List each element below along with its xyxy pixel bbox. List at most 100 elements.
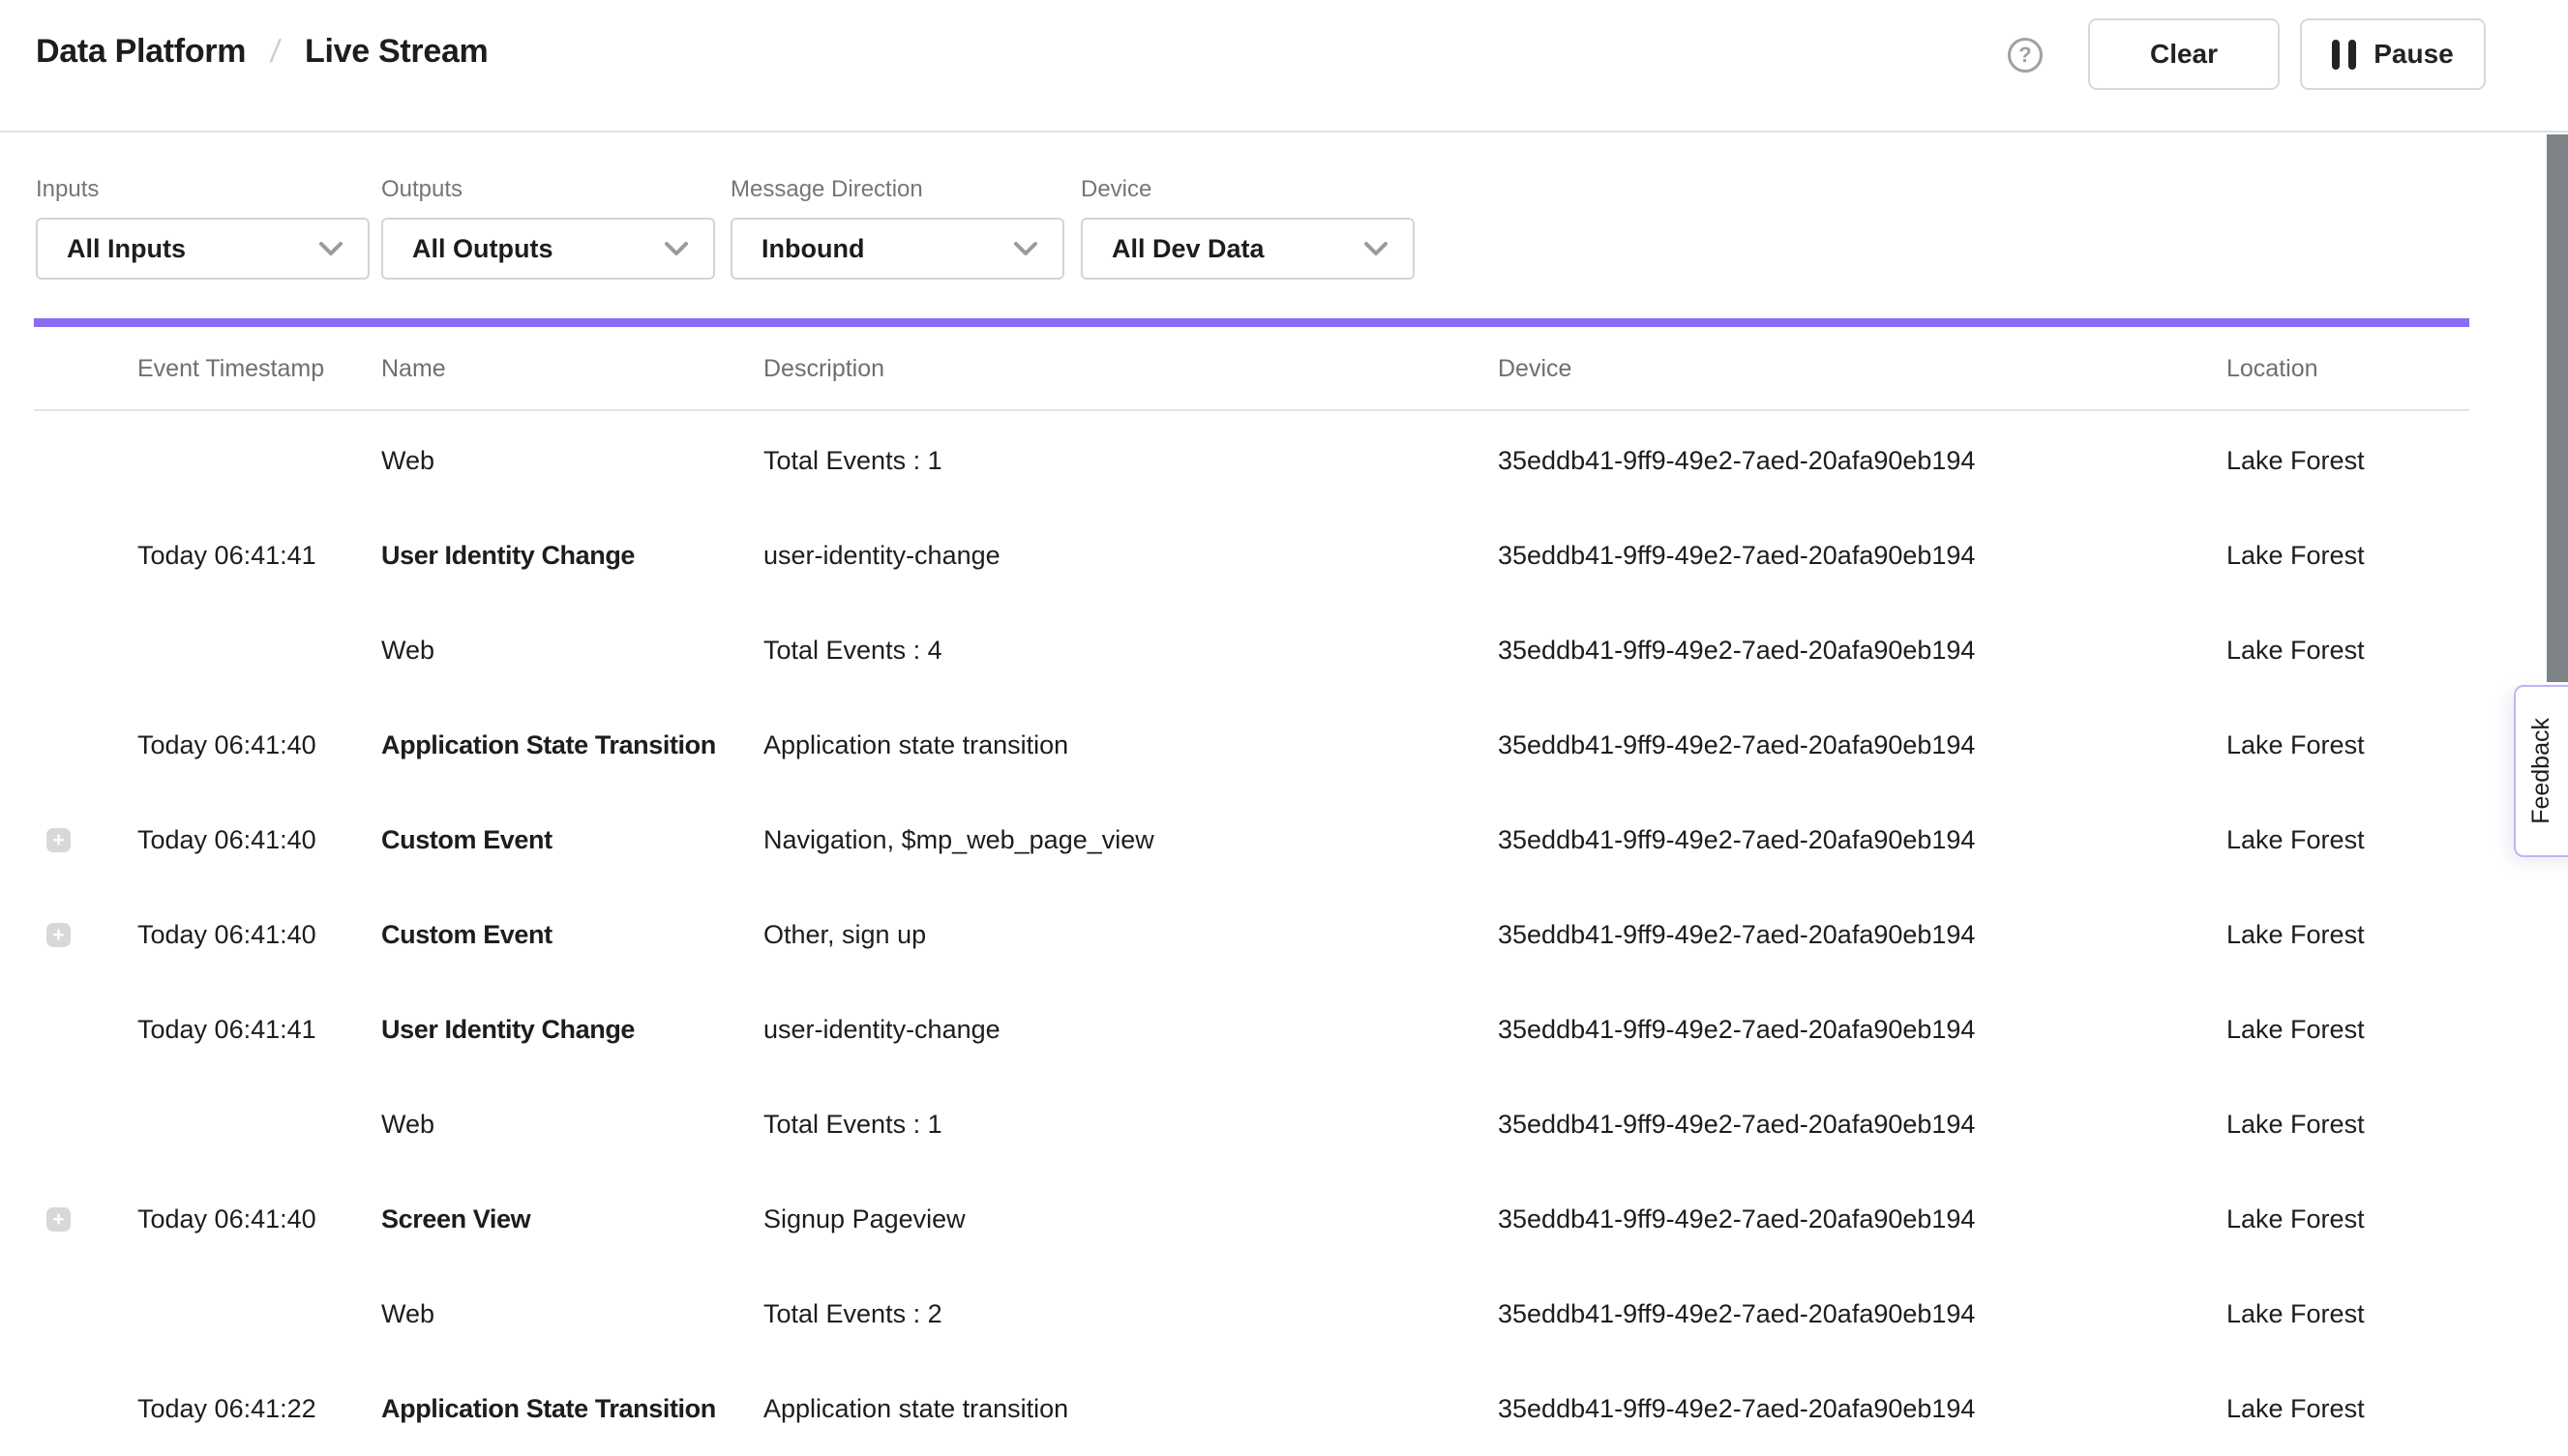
row-location: Lake Forest xyxy=(2226,1394,2469,1424)
table-row[interactable]: + Today 06:41:40 Custom Event Other, sig… xyxy=(34,887,2469,982)
row-description: Application state transition xyxy=(763,1394,1498,1424)
row-device: 35eddb41-9ff9-49e2-7aed-20afa90eb194 xyxy=(1498,730,2226,760)
row-name: Web xyxy=(381,636,763,666)
breadcrumb-data-platform[interactable]: Data Platform xyxy=(36,33,246,71)
row-device: 35eddb41-9ff9-49e2-7aed-20afa90eb194 xyxy=(1498,1299,2226,1329)
table-row[interactable]: + Web Total Events : 1 35eddb41-9ff9-49e… xyxy=(34,1077,2469,1172)
filter-message-direction: Message Direction Inbound xyxy=(731,176,1064,280)
filter-device-label: Device xyxy=(1081,176,1415,203)
message-direction-dropdown-value: Inbound xyxy=(761,234,864,264)
row-device: 35eddb41-9ff9-49e2-7aed-20afa90eb194 xyxy=(1498,1204,2226,1234)
row-name: Screen View xyxy=(381,1204,763,1234)
row-location: Lake Forest xyxy=(2226,1204,2469,1234)
row-location: Lake Forest xyxy=(2226,730,2469,760)
row-timestamp: Today 06:41:40 xyxy=(137,920,381,950)
outputs-dropdown-value: All Outputs xyxy=(412,234,552,264)
help-icon[interactable]: ? xyxy=(2008,38,2043,73)
row-timestamp: Today 06:41:40 xyxy=(137,730,381,760)
table-row[interactable]: + Web Total Events : 1 35eddb41-9ff9-49e… xyxy=(34,413,2469,508)
row-location: Lake Forest xyxy=(2226,1110,2469,1140)
expand-button[interactable]: + xyxy=(46,923,71,947)
expand-button[interactable]: + xyxy=(46,828,71,852)
row-device: 35eddb41-9ff9-49e2-7aed-20afa90eb194 xyxy=(1498,446,2226,476)
chevron-down-icon xyxy=(319,242,343,256)
row-name: Web xyxy=(381,1299,763,1329)
breadcrumb: Data Platform / Live Stream xyxy=(36,33,489,71)
filter-message-direction-label: Message Direction xyxy=(731,176,1064,203)
table-row[interactable]: + Today 06:41:22 Application State Trans… xyxy=(34,1361,2469,1456)
row-description: Application state transition xyxy=(763,730,1498,760)
filter-outputs: Outputs All Outputs xyxy=(381,176,715,280)
row-location: Lake Forest xyxy=(2226,920,2469,950)
device-dropdown[interactable]: All Dev Data xyxy=(1081,218,1415,280)
row-name: Custom Event xyxy=(381,825,763,855)
row-location: Lake Forest xyxy=(2226,1299,2469,1329)
row-location: Lake Forest xyxy=(2226,825,2469,855)
pause-button[interactable]: Pause xyxy=(2300,18,2486,90)
row-description: user-identity-change xyxy=(763,1015,1498,1045)
row-description: user-identity-change xyxy=(763,541,1498,571)
row-device: 35eddb41-9ff9-49e2-7aed-20afa90eb194 xyxy=(1498,1394,2226,1424)
table-row[interactable]: + Today 06:41:40 Application State Trans… xyxy=(34,698,2469,792)
row-device: 35eddb41-9ff9-49e2-7aed-20afa90eb194 xyxy=(1498,1110,2226,1140)
row-device: 35eddb41-9ff9-49e2-7aed-20afa90eb194 xyxy=(1498,541,2226,571)
message-direction-dropdown[interactable]: Inbound xyxy=(731,218,1064,280)
device-dropdown-value: All Dev Data xyxy=(1112,234,1265,264)
plus-icon: + xyxy=(52,1209,64,1230)
column-event-timestamp: Event Timestamp xyxy=(137,355,381,383)
event-table-body: + Web Total Events : 1 35eddb41-9ff9-49e… xyxy=(34,413,2469,1456)
row-timestamp: Today 06:41:41 xyxy=(137,1015,381,1045)
breadcrumb-separator: / xyxy=(268,33,282,70)
inputs-dropdown-value: All Inputs xyxy=(67,234,186,264)
table-row[interactable]: + Web Total Events : 4 35eddb41-9ff9-49e… xyxy=(34,603,2469,698)
row-description: Other, sign up xyxy=(763,920,1498,950)
row-description: Navigation, $mp_web_page_view xyxy=(763,825,1498,855)
row-name: Application State Transition xyxy=(381,730,763,760)
row-timestamp: Today 06:41:40 xyxy=(137,825,381,855)
table-row[interactable]: + Today 06:41:40 Screen View Signup Page… xyxy=(34,1172,2469,1266)
page-title: Live Stream xyxy=(305,33,488,71)
row-name: User Identity Change xyxy=(381,541,763,571)
row-name: Custom Event xyxy=(381,920,763,950)
row-timestamp: Today 06:41:41 xyxy=(137,541,381,571)
question-mark-glyph: ? xyxy=(2018,43,2031,68)
row-description: Total Events : 4 xyxy=(763,636,1498,666)
plus-icon: + xyxy=(52,830,64,850)
filter-inputs-label: Inputs xyxy=(36,176,370,203)
outputs-dropdown[interactable]: All Outputs xyxy=(381,218,715,280)
vertical-scrollbar-thumb[interactable] xyxy=(2547,134,2568,682)
row-name: User Identity Change xyxy=(381,1015,763,1045)
filter-inputs: Inputs All Inputs xyxy=(36,176,370,280)
table-row[interactable]: + Today 06:41:41 User Identity Change us… xyxy=(34,508,2469,603)
inputs-dropdown[interactable]: All Inputs xyxy=(36,218,370,280)
filter-device: Device All Dev Data xyxy=(1081,176,1415,280)
expand-button[interactable]: + xyxy=(46,1207,71,1232)
row-name: Web xyxy=(381,1110,763,1140)
row-location: Lake Forest xyxy=(2226,446,2469,476)
plus-icon: + xyxy=(52,925,64,945)
row-description: Total Events : 2 xyxy=(763,1299,1498,1329)
row-location: Lake Forest xyxy=(2226,541,2469,571)
feedback-tab[interactable]: Feedback xyxy=(2514,685,2568,857)
event-table-header: Event Timestamp Name Description Device … xyxy=(34,329,2469,411)
live-stream-progress-bar xyxy=(34,318,2469,327)
clear-button-label: Clear xyxy=(2150,39,2218,70)
top-bar: Data Platform / Live Stream ? Clear Paus… xyxy=(0,0,2568,133)
chevron-down-icon xyxy=(1364,242,1388,256)
chevron-down-icon xyxy=(1014,242,1037,256)
feedback-tab-label: Feedback xyxy=(2527,718,2555,824)
row-device: 35eddb41-9ff9-49e2-7aed-20afa90eb194 xyxy=(1498,636,2226,666)
row-description: Total Events : 1 xyxy=(763,446,1498,476)
row-name: Application State Transition xyxy=(381,1394,763,1424)
table-row[interactable]: + Today 06:41:40 Custom Event Navigation… xyxy=(34,792,2469,887)
clear-button[interactable]: Clear xyxy=(2088,18,2280,90)
column-location: Location xyxy=(2226,355,2469,383)
table-row[interactable]: + Web Total Events : 2 35eddb41-9ff9-49e… xyxy=(34,1266,2469,1361)
row-device: 35eddb41-9ff9-49e2-7aed-20afa90eb194 xyxy=(1498,1015,2226,1045)
table-row[interactable]: + Today 06:41:41 User Identity Change us… xyxy=(34,982,2469,1077)
row-timestamp: Today 06:41:22 xyxy=(137,1394,381,1424)
row-name: Web xyxy=(381,446,763,476)
row-device: 35eddb41-9ff9-49e2-7aed-20afa90eb194 xyxy=(1498,825,2226,855)
row-description: Total Events : 1 xyxy=(763,1110,1498,1140)
row-device: 35eddb41-9ff9-49e2-7aed-20afa90eb194 xyxy=(1498,920,2226,950)
